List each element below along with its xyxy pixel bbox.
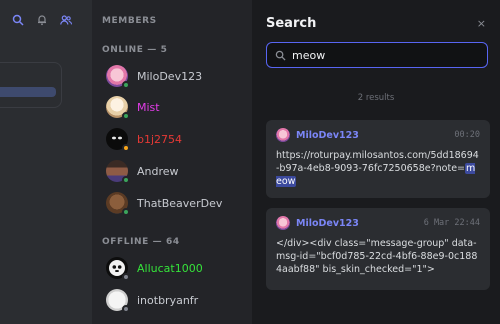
status-dot (122, 273, 130, 281)
top-icons (12, 14, 72, 26)
result-text: https://roturpay.milosantos.com/5dd18694… (276, 149, 480, 188)
member-allucat1000[interactable]: Allucat1000 (106, 255, 203, 281)
avatar (106, 192, 130, 216)
status-dot (122, 176, 130, 184)
close-icon[interactable]: × (477, 17, 486, 30)
avatar (106, 160, 130, 184)
member-name: Allucat1000 (137, 261, 203, 275)
result-header: MiloDev123 00:20 (276, 128, 480, 142)
member-milodev123[interactable]: MiloDev123 (106, 63, 202, 89)
status-dot (122, 208, 130, 216)
result-author[interactable]: MiloDev123 (296, 130, 359, 141)
avatar (106, 257, 130, 281)
search-input-box[interactable] (266, 42, 488, 68)
bell-icon[interactable] (36, 14, 48, 26)
member-name: MiloDev123 (137, 69, 203, 83)
avatar (106, 289, 130, 313)
members-title: MEMBERS (102, 16, 157, 26)
result-time: 6 Mar 22:44 (423, 218, 480, 228)
members-icon[interactable] (60, 14, 72, 26)
result-time: 00:20 (454, 130, 480, 140)
search-icon (275, 50, 286, 61)
member-name: inotbryanfr (137, 293, 199, 307)
avatar (276, 128, 290, 142)
avatar (106, 65, 130, 89)
members-list: MEMBERS ONLINE — 5 MiloDev123 Mist b1j27… (92, 0, 252, 324)
status-dot (122, 81, 130, 89)
member-name: Andrew (137, 164, 179, 178)
left-column (0, 0, 92, 324)
search-icon[interactable] (12, 14, 24, 26)
status-dot (122, 305, 130, 313)
member-andrew[interactable]: Andrew (106, 158, 179, 184)
avatar (276, 216, 290, 230)
member-name: b1j2754 (137, 132, 183, 146)
avatar (106, 128, 130, 152)
search-result[interactable]: MiloDev123 00:20 https://roturpay.milosa… (266, 120, 490, 198)
member-b1j2754[interactable]: b1j2754 (106, 126, 182, 152)
selected-bar (0, 87, 56, 97)
status-dot (122, 144, 130, 152)
search-title: Search (266, 16, 317, 31)
search-input[interactable] (292, 48, 472, 62)
result-author[interactable]: MiloDev123 (296, 218, 359, 229)
online-header: ONLINE — 5 (102, 45, 168, 55)
member-name: ThatBeaverDev (137, 196, 223, 210)
status-dot (122, 112, 130, 120)
member-thatbeaverdev[interactable]: ThatBeaverDev (106, 190, 222, 216)
member-inotbryanfr[interactable]: inotbryanfr (106, 287, 198, 313)
search-panel: Search × 2 results MiloDev123 00:20 http… (252, 0, 500, 324)
result-text-before: https://roturpay.milosantos.com/5dd18694… (276, 150, 479, 174)
result-count: 2 results (357, 93, 395, 103)
channel-preview-box[interactable] (0, 62, 62, 108)
result-text: </div><div class="message-group" data-ms… (276, 238, 478, 275)
result-header: MiloDev123 6 Mar 22:44 (276, 216, 480, 230)
avatar (106, 96, 130, 120)
search-result[interactable]: MiloDev123 6 Mar 22:44 </div><div class=… (266, 208, 490, 290)
member-mist[interactable]: Mist (106, 94, 160, 120)
member-name: Mist (137, 100, 160, 114)
offline-header: OFFLINE — 64 (102, 237, 180, 247)
